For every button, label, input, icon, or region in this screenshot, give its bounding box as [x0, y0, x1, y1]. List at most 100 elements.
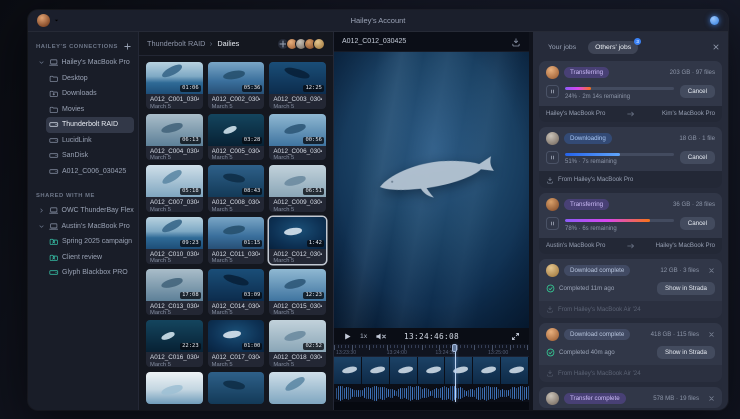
clip-tile[interactable]: 03:28 A012_C005_030425March 5: [207, 113, 265, 161]
clip-date: March 5: [273, 155, 295, 161]
clip-date: March 5: [273, 206, 295, 212]
tab-your-jobs[interactable]: Your jobs: [541, 41, 583, 54]
clip-tile[interactable]: 02:52A012_C018_030425March 5: [269, 320, 326, 367]
tab-others-jobs[interactable]: Others' jobs 3: [588, 37, 642, 54]
clip-tile[interactable]: 1:42 A012_C012_030425March 5: [269, 216, 326, 264]
clip-name: A012_C011_030425: [211, 250, 261, 258]
show-in-strada-button[interactable]: Show in Strada: [657, 281, 715, 295]
clip-tile[interactable]: 00:56 A012_C006_030425March 5: [269, 113, 326, 161]
timeline-ruler[interactable]: 13:23:30 13:24:00 13:24:30 13:25:00: [334, 344, 529, 357]
clip-thumbnail: 08:43: [207, 165, 265, 198]
duration-badge: 22:23: [180, 343, 201, 351]
sidebar-item-sandisk[interactable]: SanDisk: [46, 148, 134, 164]
playhead[interactable]: [454, 344, 456, 402]
clip-tile[interactable]: 01:00A012_C017_030425March 5: [207, 320, 265, 367]
play-button[interactable]: [343, 332, 352, 341]
job-source: From Hailey's MacBook Air '24: [539, 300, 722, 318]
collaborator-avatar[interactable]: [313, 37, 325, 50]
sidebar-item-thunderbolt-raid[interactable]: Thunderbolt RAID: [46, 117, 134, 133]
clip-date: March 5: [211, 206, 233, 212]
filmstrip-frame: [334, 357, 362, 384]
show-in-strada-button[interactable]: Show in Strada: [657, 345, 715, 359]
clip-tile[interactable]: [146, 372, 203, 404]
main-content: HAILEY'S CONNECTIONS Hailey's MacBook Pro…: [28, 32, 728, 410]
clip-meta: A012_C002_030425March 5: [208, 94, 265, 109]
close-icon[interactable]: [712, 43, 720, 51]
dismiss-button[interactable]: [708, 267, 715, 274]
playback-speed[interactable]: 1x: [360, 333, 367, 340]
sidebar-item-lucidlink[interactable]: LucidLink: [46, 133, 134, 149]
clip-tile[interactable]: [269, 372, 326, 404]
cancel-button[interactable]: Cancel: [679, 150, 715, 164]
sidebar-item-desktop[interactable]: Desktop: [46, 71, 134, 87]
cancel-button[interactable]: Cancel: [679, 217, 715, 230]
account-menu[interactable]: [37, 14, 60, 27]
clip-tile[interactable]: 22:23A012_C016_030425March 5: [146, 320, 203, 367]
sidebar-item-hailey-s-macbook-pro[interactable]: Hailey's MacBook Pro: [35, 55, 134, 71]
dismiss-button[interactable]: [708, 331, 715, 338]
clip-tile[interactable]: 05:36 A012_C002_030425March 5: [207, 62, 265, 109]
sidebar-section-label: SHARED WITH ME: [36, 193, 95, 199]
clip-tile[interactable]: 06:13 A012_C004_030425March 5: [146, 113, 203, 161]
clip-tile[interactable]: 05:18A012_C007_030425March 5: [146, 165, 203, 212]
clip-name: A012_C017_030425: [211, 354, 261, 362]
clip-tile[interactable]: 08:43A012_C008_030425March 5: [207, 165, 265, 212]
job-avatar: [546, 66, 559, 79]
clip-tile[interactable]: 12:23 A012_C015_030425March 5: [269, 268, 326, 316]
job-size-files: 12 GB · 3 files: [660, 266, 699, 274]
folder-icon: [49, 105, 59, 114]
clip-tile[interactable]: 03:09 A012_C014_030425March 5: [207, 268, 265, 316]
playhead-handle[interactable]: [452, 344, 458, 352]
sidebar-item-owc-thunderbay-flex[interactable]: OWC ThunderBay Flex: [35, 203, 134, 219]
sidebar-section-label: HAILEY'S CONNECTIONS: [36, 43, 118, 50]
collaborator-avatars[interactable]: [277, 37, 325, 50]
chevron-right-icon: [208, 41, 214, 47]
jobs-list: Transferring 203 GB · 97 files 24% · 2m 14…: [533, 58, 728, 410]
breadcrumb-parent[interactable]: Thunderbolt RAID: [147, 39, 205, 48]
pause-button[interactable]: [546, 85, 559, 98]
chevron-down-icon: [53, 17, 60, 24]
clip-thumbnail: 12:23: [269, 268, 326, 301]
clip-name: A012_C015_030425: [273, 302, 322, 310]
sidebar-item-downloads[interactable]: Downloads: [46, 86, 134, 102]
sidebar-item-client-review[interactable]: Client review: [46, 250, 134, 266]
clip-date: March 5: [150, 103, 171, 109]
filmstrip[interactable]: [334, 357, 530, 384]
sidebar-item-glyph-blackbox-pro[interactable]: Glyph Blackbox PRO: [46, 265, 134, 281]
pause-button[interactable]: [546, 217, 559, 230]
clip-tile[interactable]: 09:23 A012_C010_030425March 5: [146, 216, 203, 264]
pause-button[interactable]: [546, 150, 559, 164]
status-badge: Download complete: [564, 328, 631, 340]
progress-wrap: 51% · 7s remaining: [565, 151, 674, 165]
dismiss-button[interactable]: [708, 395, 715, 402]
clip-tile[interactable]: [207, 372, 265, 404]
add-connection-button[interactable]: [123, 42, 132, 51]
clip-thumbnail: 17:08: [146, 268, 203, 301]
progress-wrap: 24% · 2m 14s remaining: [565, 85, 674, 100]
sidebar-item-spring-2025-campaign[interactable]: Spring 2025 campaign: [46, 234, 134, 250]
clip-tile[interactable]: 06:51A012_C009_030425March 5: [269, 165, 326, 212]
audio-waveform[interactable]: [334, 384, 529, 402]
mute-icon[interactable]: [375, 332, 387, 341]
app-window: Hailey's Account HAILEY'S CONNECTIONS Hai…: [28, 10, 728, 410]
playback-controls: 1x 13:24:46:08: [334, 328, 529, 344]
duration-badge: 17:08: [180, 291, 201, 299]
sidebar-item-a012-c006-030425[interactable]: A012_C006_030425: [46, 164, 134, 180]
progress-bar: [565, 152, 674, 156]
download-icon: [546, 369, 554, 377]
sidebar-item-austin-s-macbook-pro[interactable]: Austin's MacBook Pro: [35, 219, 134, 235]
video-viewport[interactable]: [334, 52, 529, 328]
download-icon[interactable]: [511, 37, 521, 47]
clip-tile[interactable]: 17:08 A012_C013_030425March 5: [146, 268, 203, 316]
source-label: From Hailey's MacBook Pro: [558, 176, 634, 183]
clip-tile[interactable]: 01:15 A012_C011_030425March 5: [207, 216, 265, 264]
clip-tile[interactable]: 01:06 A012_C001_030425March 5: [146, 62, 203, 109]
sidebar-item-movies[interactable]: Movies: [46, 102, 134, 118]
duration-badge: 00:56: [303, 136, 324, 144]
clip-tile[interactable]: 12:25 A012_C003_030425March 5: [269, 62, 326, 109]
timeline[interactable]: 13:23:30 13:24:00 13:24:30 13:25:00: [334, 344, 530, 402]
fullscreen-icon[interactable]: [511, 332, 520, 341]
cancel-button[interactable]: Cancel: [679, 85, 715, 98]
sidebar-item-label: Austin's MacBook Pro: [61, 222, 130, 230]
notification-dot[interactable]: [710, 16, 719, 25]
